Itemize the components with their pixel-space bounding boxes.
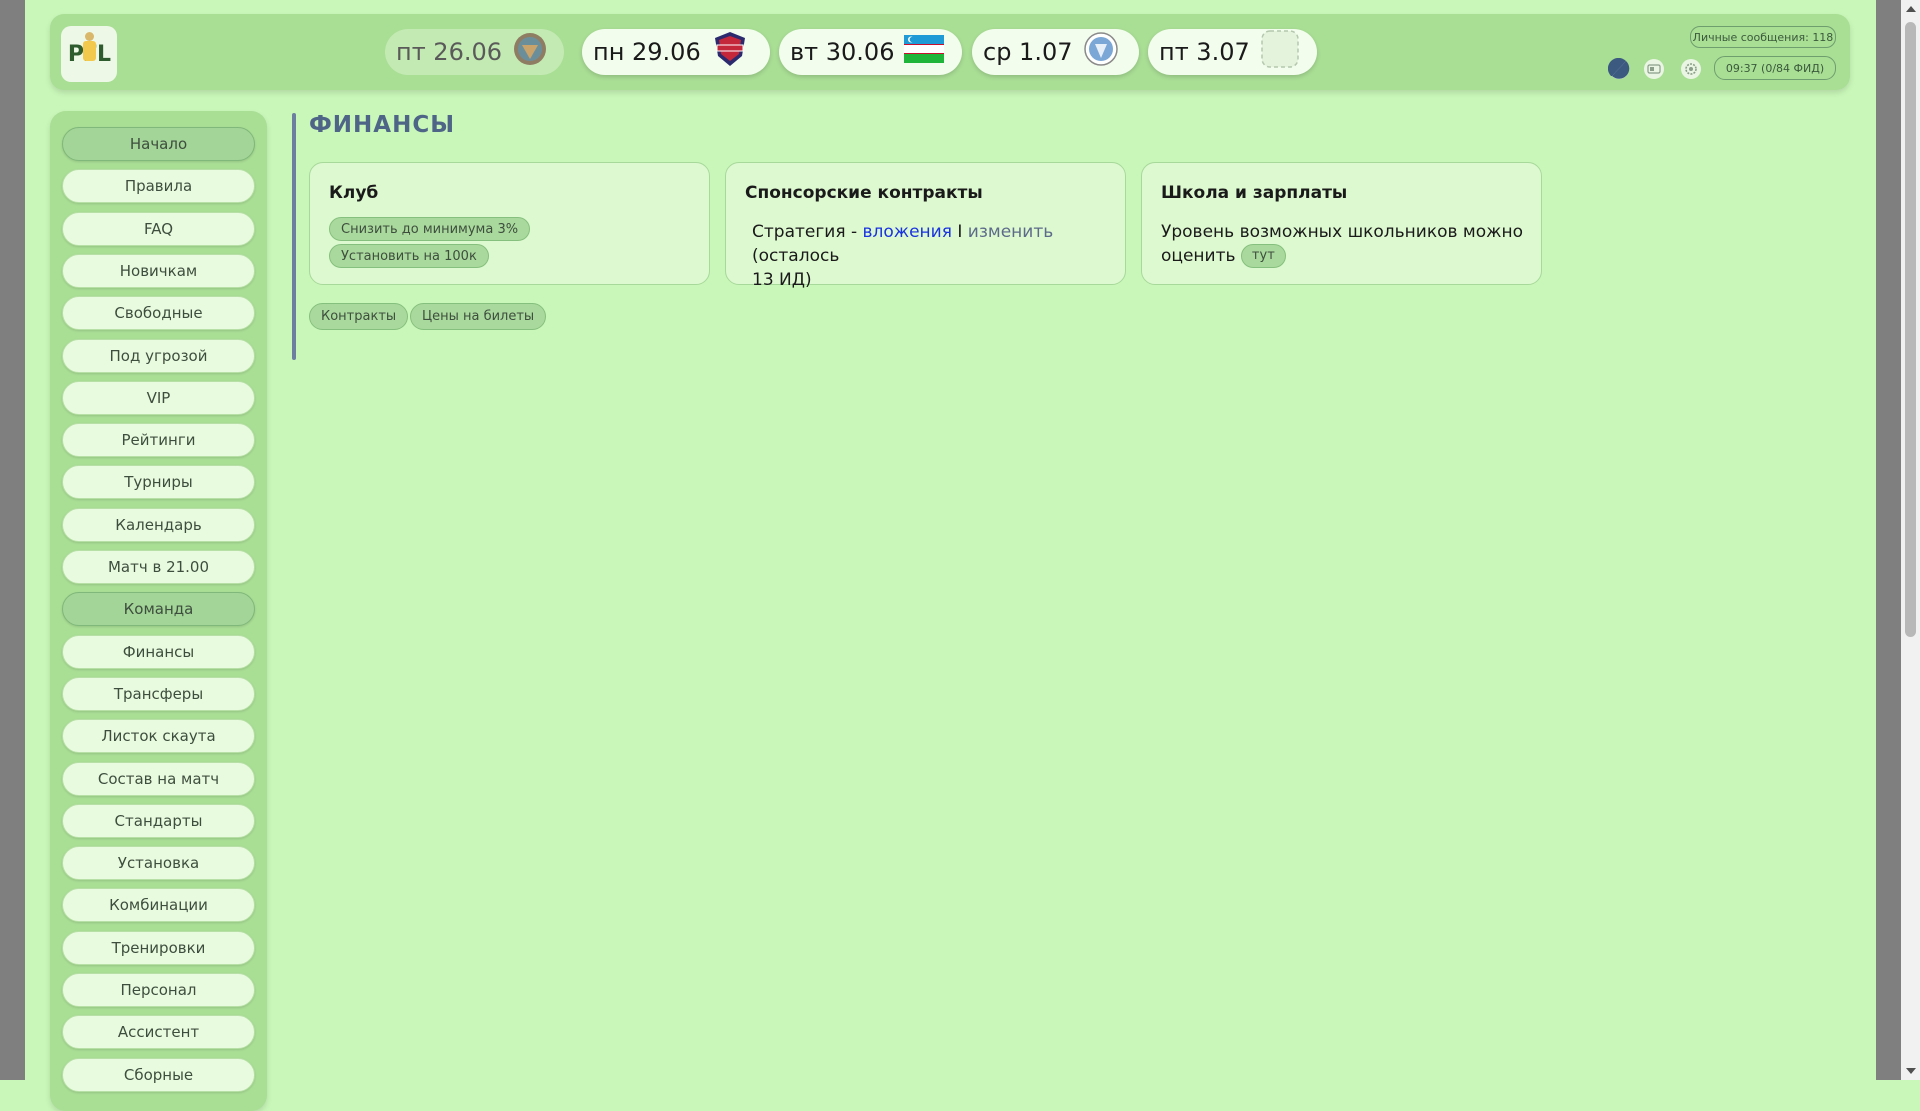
- sidebar-item[interactable]: FAQ: [62, 211, 255, 246]
- site-logo[interactable]: PFL: [61, 26, 117, 82]
- set-to-100k-button[interactable]: Установить на 100к: [329, 244, 489, 268]
- school-salaries-card: Школа и зарплаты Уровень возможных школь…: [1141, 162, 1542, 285]
- match-date: пт 26.06: [396, 38, 503, 66]
- sidebar-item[interactable]: Свободные: [62, 296, 255, 331]
- strategy-separator: I: [951, 222, 968, 242]
- sidebar-item[interactable]: Новичкам: [62, 253, 255, 288]
- sidebar-item[interactable]: Матч в 21.00: [62, 550, 255, 584]
- sidebar-nav: Начало Правила FAQ Новичкам Свободные Под угр…: [50, 111, 267, 1111]
- sidebar-item[interactable]: Тренировки: [62, 930, 255, 965]
- sidebar-item[interactable]: Персонал: [62, 973, 255, 1007]
- strategy-investments-link[interactable]: вложения: [863, 222, 952, 242]
- ticket-prices-button[interactable]: Цены на билеты: [410, 303, 547, 330]
- sidebar-item[interactable]: Ассистент: [62, 1015, 255, 1050]
- match-date: ср 1.07: [983, 38, 1073, 66]
- sidebar-item[interactable]: Финансы: [62, 634, 255, 669]
- sponsor-strategy-text: Стратегия - вложения I изменить (осталос…: [752, 220, 1122, 292]
- school-card-title: Школа и зарплаты: [1161, 183, 1348, 203]
- reduce-to-minimum-button[interactable]: Снизить до минимума 3%: [329, 217, 531, 241]
- scroll-up-icon[interactable]: [1906, 6, 1916, 12]
- logo-player-body: [83, 41, 96, 61]
- sidebar-item[interactable]: Начало: [62, 127, 255, 161]
- scroll-down-icon[interactable]: [1906, 1068, 1916, 1074]
- strategy-prefix: Стратегия -: [752, 222, 863, 242]
- strategy-change-link[interactable]: изменить: [968, 222, 1053, 242]
- school-text-line2: оценить: [1161, 246, 1241, 266]
- right-gutter: [1876, 0, 1901, 1080]
- sidebar-item[interactable]: Команда: [62, 592, 255, 627]
- sidebar-item[interactable]: Установка: [62, 846, 255, 881]
- remaining-text-2: 13 ИД): [752, 270, 812, 290]
- top-header: PFL пт 26.06 пн 29.06 вт 30.06 ср 1.07 п…: [50, 14, 1850, 90]
- page-scrollbar[interactable]: [1901, 0, 1920, 1080]
- sidebar-item[interactable]: Листок скаута: [62, 719, 255, 754]
- sponsor-contracts-card: Спонсорские контракты Стратегия - вложен…: [725, 162, 1126, 290]
- card-view-icon[interactable]: [1643, 58, 1665, 80]
- gear-icon[interactable]: [1680, 58, 1702, 80]
- scroll-thumb[interactable]: [1905, 22, 1916, 637]
- match-pill-1[interactable]: пт 26.06: [385, 29, 564, 75]
- school-text-line1: Уровень возможных школьников можно: [1161, 222, 1523, 242]
- sidebar-item[interactable]: Комбинации: [62, 888, 255, 923]
- left-gutter: [0, 0, 25, 1080]
- empty-badge-icon: [1260, 29, 1300, 75]
- match-date: пт 3.07: [1159, 38, 1250, 66]
- club-badge-orange-icon: [512, 31, 548, 73]
- sidebar-item[interactable]: Состав на матч: [62, 761, 255, 796]
- page-title: ФИНАНСЫ: [309, 112, 456, 138]
- school-text: Уровень возможных школьников можно оценит…: [1161, 220, 1531, 268]
- match-date: пн 29.06: [593, 38, 701, 66]
- sidebar-item[interactable]: Сборные: [62, 1057, 255, 1092]
- theme-toggle-icon[interactable]: [1608, 58, 1630, 80]
- remaining-text-1: (осталось: [752, 246, 840, 266]
- club-card-title: Клуб: [329, 183, 379, 203]
- sidebar-item[interactable]: VIP: [62, 380, 255, 415]
- sidebar-item[interactable]: Трансферы: [62, 676, 255, 711]
- logo-player-head: [85, 32, 94, 41]
- club-badge-blue-icon: [1083, 31, 1119, 73]
- sidebar-item[interactable]: Рейтинги: [62, 423, 255, 458]
- match-date: вт 30.06: [790, 38, 895, 66]
- match-pill-3[interactable]: вт 30.06: [779, 29, 962, 75]
- sidebar-item[interactable]: Стандарты: [62, 803, 255, 838]
- uzbekistan-flag-icon: [904, 35, 945, 69]
- sidebar-item[interactable]: Правила: [62, 169, 255, 204]
- private-messages-link[interactable]: Личные сообщения: 118: [1690, 26, 1836, 48]
- sidebar-item[interactable]: Календарь: [62, 507, 255, 542]
- contracts-button[interactable]: Контракты: [309, 303, 409, 330]
- title-accent-bar: [292, 113, 296, 360]
- match-pill-2[interactable]: пн 29.06: [582, 29, 770, 75]
- sidebar-item[interactable]: Под угрозой: [62, 338, 255, 373]
- match-pill-4[interactable]: ср 1.07: [972, 29, 1139, 75]
- sponsor-card-title: Спонсорские контракты: [745, 183, 983, 203]
- server-status: 09:37 (0/84 ФИД): [1714, 56, 1836, 80]
- club-badge-shield-red-icon: [711, 30, 749, 74]
- club-card: Клуб Снизить до минимума 3% Установить н…: [309, 162, 710, 285]
- sidebar-item[interactable]: Турниры: [62, 465, 255, 500]
- match-pill-5[interactable]: пт 3.07: [1148, 29, 1317, 75]
- here-button[interactable]: тут: [1240, 244, 1286, 268]
